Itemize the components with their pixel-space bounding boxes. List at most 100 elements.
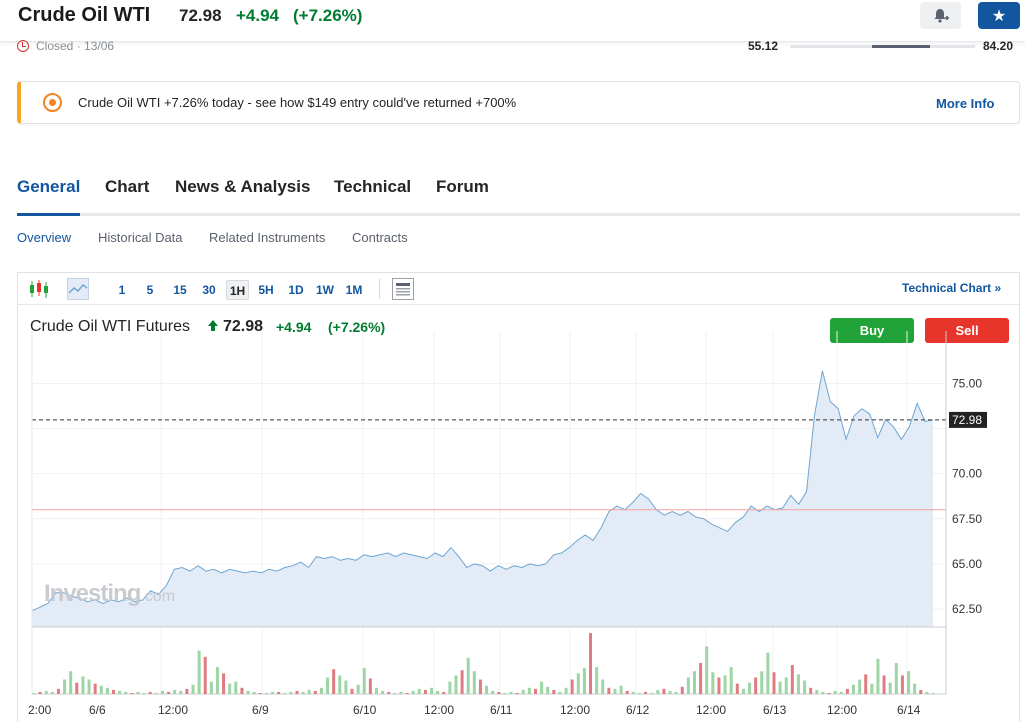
x-tick-label: 12:00 bbox=[560, 703, 590, 717]
volume-bar bbox=[130, 692, 134, 694]
volume-bar bbox=[173, 689, 177, 694]
add-alert-button[interactable] bbox=[920, 2, 961, 29]
chart-widget: 1 5 15 30 1H 5H 1D 1W 1M Technical Chart… bbox=[17, 272, 1020, 722]
volume-bar bbox=[56, 688, 60, 694]
volume-bar bbox=[576, 673, 580, 694]
volume-bar bbox=[772, 672, 776, 694]
volume-bar bbox=[277, 691, 281, 694]
volume-bar bbox=[356, 684, 360, 694]
volume-bar bbox=[656, 689, 660, 694]
volume-bar bbox=[882, 675, 886, 694]
volume-bar bbox=[503, 692, 507, 694]
volume-bar bbox=[50, 691, 54, 694]
volume-bar bbox=[894, 662, 898, 694]
volume-bar bbox=[925, 691, 929, 694]
day-range-fill bbox=[872, 45, 930, 48]
volume-bar bbox=[209, 681, 213, 694]
bell-plus-icon bbox=[934, 8, 949, 23]
volume-bar bbox=[160, 690, 164, 694]
volume-bar bbox=[423, 689, 427, 694]
x-tick-label: 2:00 bbox=[28, 703, 52, 717]
volume-bar bbox=[741, 688, 745, 694]
volume-bar bbox=[252, 691, 256, 694]
volume-bar bbox=[491, 690, 495, 694]
volume-bar bbox=[271, 691, 275, 694]
subtab-overview[interactable]: Overview bbox=[17, 230, 71, 245]
watchlist-button[interactable]: ★ bbox=[978, 2, 1020, 29]
y-tick-label: 72.98 bbox=[952, 413, 982, 427]
subtab-contracts[interactable]: Contracts bbox=[352, 230, 408, 245]
volume-bar bbox=[332, 669, 336, 694]
volume-bar bbox=[105, 687, 109, 694]
volume-bar bbox=[680, 686, 684, 694]
volume-bar bbox=[827, 692, 831, 694]
volume-bar bbox=[748, 682, 752, 694]
volume-bar bbox=[148, 691, 152, 694]
star-icon: ★ bbox=[991, 7, 1007, 25]
tab-news-analysis[interactable]: News & Analysis bbox=[175, 177, 310, 197]
volume-bar bbox=[815, 689, 819, 694]
volume-bar bbox=[509, 691, 513, 694]
volume-bar bbox=[228, 683, 232, 694]
last-price: 72.98 bbox=[179, 6, 222, 25]
volume-bar bbox=[81, 676, 85, 694]
volume-bar bbox=[374, 687, 378, 694]
volume-bar bbox=[552, 689, 556, 694]
volume-bar bbox=[809, 687, 813, 694]
subtab-related-instruments[interactable]: Related Instruments bbox=[209, 230, 325, 245]
price-change: +4.94 bbox=[236, 6, 280, 25]
volume-bar bbox=[589, 633, 593, 694]
volume-bar bbox=[699, 662, 703, 694]
tab-chart[interactable]: Chart bbox=[105, 177, 149, 197]
x-tick-label: 6/6 bbox=[89, 703, 106, 717]
tab-general[interactable]: General bbox=[17, 177, 80, 197]
market-status: Closed · 13/06 bbox=[17, 39, 114, 53]
volume-bar bbox=[87, 679, 91, 694]
volume-bar bbox=[93, 683, 97, 694]
volume-bar bbox=[234, 681, 238, 694]
more-info-link[interactable]: More Info bbox=[936, 96, 995, 111]
subtab-historical-data[interactable]: Historical Data bbox=[98, 230, 183, 245]
volume-bar bbox=[717, 677, 721, 694]
market-status-text: Closed · 13/06 bbox=[36, 39, 115, 53]
volume-bar bbox=[564, 687, 568, 694]
volume-bar bbox=[790, 665, 794, 694]
volume-bar bbox=[851, 684, 855, 694]
volume-bar bbox=[454, 675, 458, 694]
price-change-percent: (+7.26%) bbox=[293, 6, 363, 25]
y-tick-label: 67.50 bbox=[952, 512, 982, 526]
tab-forum[interactable]: Forum bbox=[436, 177, 489, 197]
day-range-high: 84.20 bbox=[983, 39, 1014, 53]
volume-bar bbox=[796, 674, 800, 694]
volume-bar bbox=[900, 675, 904, 694]
volume-bar bbox=[668, 690, 672, 694]
volume-bar bbox=[729, 667, 733, 694]
volume-bar bbox=[368, 678, 372, 694]
day-range-bar bbox=[790, 45, 975, 48]
volume-bar bbox=[185, 688, 189, 694]
x-tick-label: 6/14 bbox=[897, 703, 921, 717]
volume-bar bbox=[191, 684, 195, 694]
volume-bar bbox=[295, 690, 299, 694]
volume-bar bbox=[319, 687, 323, 694]
instrument-title: Crude Oil WTI bbox=[18, 4, 151, 26]
price-chart[interactable]: 75.00 72.98 70.00 67.50 65.00 62.50 2:00 6/6 12:… bbox=[18, 273, 1019, 722]
volume-bar bbox=[778, 681, 782, 694]
volume-bar bbox=[417, 688, 421, 694]
volume-bar bbox=[760, 671, 764, 694]
volume-bar bbox=[63, 679, 67, 694]
volume-bar bbox=[650, 692, 654, 694]
volume-bar bbox=[803, 680, 807, 694]
volume-bar bbox=[124, 691, 128, 694]
active-tab-indicator bbox=[17, 213, 80, 216]
volume-bar bbox=[381, 690, 385, 694]
volume-bar bbox=[75, 682, 79, 694]
tab-technical[interactable]: Technical bbox=[334, 177, 411, 197]
x-tick-label: 12:00 bbox=[158, 703, 188, 717]
volume-bar bbox=[258, 692, 262, 694]
volume-bar bbox=[362, 668, 366, 694]
volume-bar bbox=[692, 671, 696, 694]
promo-text: Crude Oil WTI +7.26% today - see how $14… bbox=[78, 95, 517, 110]
volume-bar bbox=[858, 679, 862, 694]
volume-bar bbox=[399, 691, 403, 694]
